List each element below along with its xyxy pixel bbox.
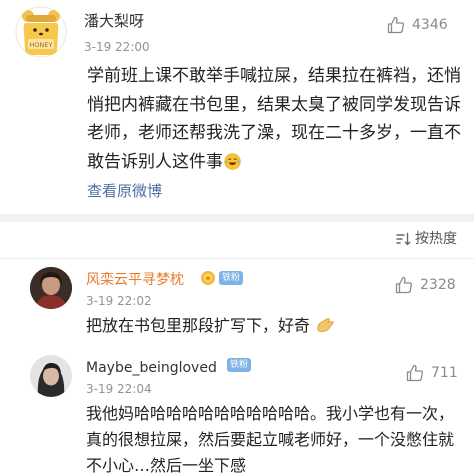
honey-jar-bear-avatar-icon: HONEY bbox=[15, 6, 67, 58]
person-photo-avatar-icon bbox=[30, 267, 72, 309]
comment-badges: 铁粉 bbox=[200, 270, 244, 286]
comment-username[interactable]: 风栾云平寻梦枕 bbox=[86, 271, 184, 289]
svg-text:HONEY: HONEY bbox=[30, 41, 53, 49]
comment-timestamp: 3-19 22:02 bbox=[86, 294, 152, 308]
original-post: HONEY 潘大梨呀 3-19 22:00 4346 学前班上课不敢举手喊拉屎，… bbox=[0, 0, 474, 214]
comment-item: 风栾云平寻梦枕 铁粉 3-19 22:02 2328 把放在书包里那段扩写下，好… bbox=[0, 259, 474, 347]
comment-body-text: 把放在书包里那段扩写下，好奇 bbox=[86, 316, 311, 335]
post-avatar[interactable]: HONEY bbox=[15, 6, 67, 58]
fan-medal-icon bbox=[201, 271, 215, 285]
post-like-count: 4346 bbox=[412, 17, 448, 33]
thumbs-up-icon bbox=[387, 16, 404, 34]
weibo-comment-page: HONEY 潘大梨呀 3-19 22:00 4346 学前班上课不敢举手喊拉屎，… bbox=[0, 0, 474, 474]
thumbs-up-icon bbox=[395, 276, 412, 294]
comment-timestamp: 3-19 22:04 bbox=[86, 382, 152, 396]
thumbs-up-icon bbox=[406, 364, 423, 382]
comment-avatar[interactable] bbox=[30, 267, 72, 309]
post-body: 学前班上课不敢举手喊拉屎，结果拉在裤裆，还悄悄把内裤藏在书包里，结果太臭了被同学… bbox=[87, 62, 467, 176]
comment-body: 我他妈哈哈哈哈哈哈哈哈哈哈哈。我小学也有一次，真的很想拉屎，然后要起立喊老师好，… bbox=[86, 401, 464, 474]
post-body-text: 学前班上课不敢举手喊拉屎，结果拉在裤裆，还悄悄把内裤藏在书包里，结果太臭了被同学… bbox=[87, 66, 461, 172]
view-original-weibo-link[interactable]: 查看原微博 bbox=[87, 182, 162, 200]
sort-icon bbox=[396, 232, 411, 246]
fan-badge: 铁粉 bbox=[219, 271, 244, 285]
comment-sort-bar: 按热度 bbox=[0, 222, 474, 259]
comment-like-button[interactable]: 711 bbox=[405, 363, 458, 383]
comment-username[interactable]: Maybe_beingloved bbox=[86, 359, 217, 377]
person-photo-avatar-icon bbox=[30, 355, 72, 397]
fan-badge: 铁粉 bbox=[227, 358, 252, 372]
comment-body-text: 我他妈哈哈哈哈哈哈哈哈哈哈哈。我小学也有一次，真的很想拉屎，然后要起立喊老师好，… bbox=[86, 404, 455, 474]
sort-label: 按热度 bbox=[415, 231, 457, 247]
laugh-cry-emoji-icon bbox=[224, 152, 241, 170]
comment-body: 把放在书包里那段扩写下，好奇 bbox=[86, 313, 464, 339]
comment-like-count: 711 bbox=[431, 365, 458, 381]
comment-badges: 铁粉 bbox=[224, 358, 252, 372]
section-divider bbox=[0, 214, 474, 222]
comment-avatar[interactable] bbox=[30, 355, 72, 397]
pinching-hand-emoji-icon bbox=[317, 318, 334, 332]
comment-like-count: 2328 bbox=[420, 277, 456, 293]
comment-like-button[interactable]: 2328 bbox=[394, 275, 456, 295]
sort-by-heat-toggle[interactable]: 按热度 bbox=[395, 231, 457, 247]
post-like-button[interactable]: 4346 bbox=[386, 15, 448, 35]
post-timestamp: 3-19 22:00 bbox=[84, 40, 150, 54]
post-username[interactable]: 潘大梨呀 bbox=[84, 12, 144, 30]
comment-item: Maybe_beingloved 铁粉 3-19 22:04 711 我他妈哈哈… bbox=[0, 347, 474, 474]
